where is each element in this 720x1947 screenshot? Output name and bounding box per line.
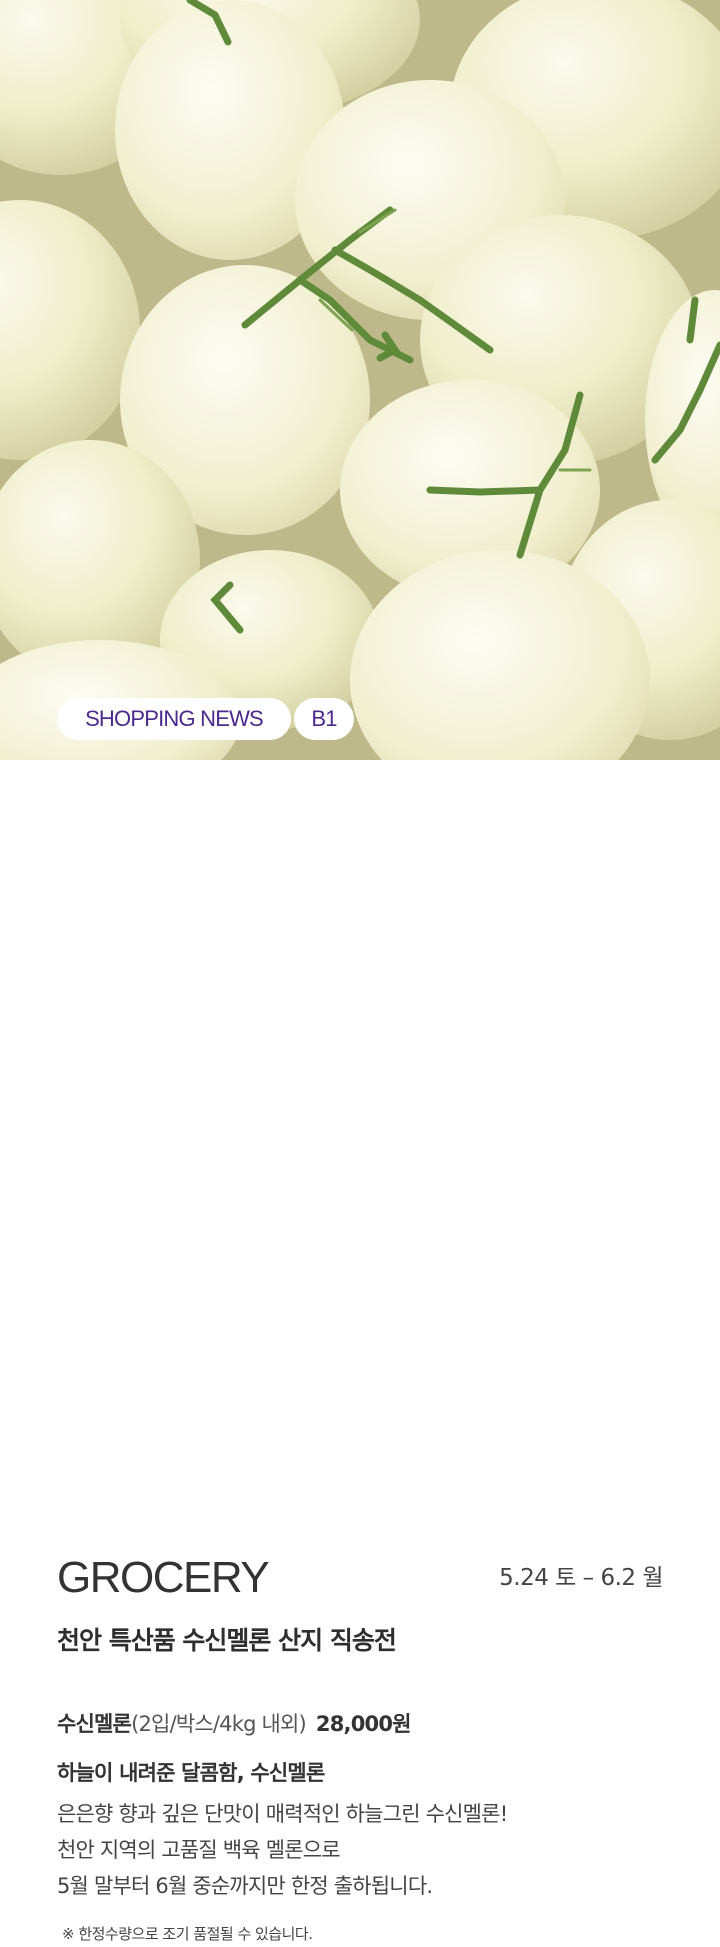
product-headline: 하늘이 내려준 달콤함, 수신멜론 xyxy=(57,1761,325,1785)
product-price: 28,000원 xyxy=(315,1712,412,1736)
event-details: GROCERY 5.24 토 – 6.2 월 천안 특산품 수신멜론 산지 직송… xyxy=(0,760,720,1943)
product-description: 은은향 향과 깊은 단맛이 매력적인 하늘그린 수신멜론! 천안 지역의 고품질… xyxy=(57,1796,508,1904)
melon-photo-icon xyxy=(0,0,720,760)
description-line: 5월 말부터 6월 중순까지만 한정 출하됩니다. xyxy=(57,1874,433,1898)
product-spec: (2입/박스/4kg 내외) xyxy=(131,1712,307,1736)
shopping-news-tag: SHOPPING NEWS xyxy=(57,698,291,740)
category-title: GROCERY xyxy=(57,1553,270,1602)
stock-notice: ※ 한정수량으로 조기 품절될 수 있습니다. xyxy=(62,1925,313,1943)
description-line: 천안 지역의 고품질 백육 멜론으로 xyxy=(57,1838,341,1862)
description-line: 은은향 향과 깊은 단맛이 매력적인 하늘그린 수신멜론! xyxy=(57,1802,508,1826)
hero-image: SHOPPING NEWS B1 xyxy=(0,0,720,760)
floor-tag: B1 xyxy=(294,698,354,740)
product-name: 수신멜론 xyxy=(57,1712,132,1736)
event-subtitle: 천안 특산품 수신멜론 산지 직송전 xyxy=(57,1626,397,1655)
product-price-line: 수신멜론(2입/박스/4kg 내외) 28,000원 xyxy=(57,1706,411,1742)
event-date-range: 5.24 토 – 6.2 월 xyxy=(499,1565,663,1591)
